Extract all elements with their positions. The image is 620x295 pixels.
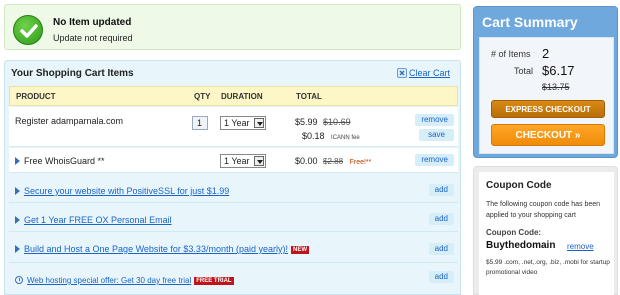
update-notice: No Item updated Update not required (4, 4, 461, 50)
duration-select[interactable]: 1 Year (220, 154, 266, 168)
notice-subtitle: Update not required (53, 33, 133, 43)
shopping-cart-panel: Your Shopping Cart Items Clear Cart PROD… (4, 60, 461, 295)
quantity-field[interactable]: 1 (192, 116, 208, 130)
total-label: Total (514, 66, 534, 76)
add-button[interactable]: add (428, 184, 454, 196)
clear-cart-icon (396, 68, 407, 78)
add-button[interactable]: add (428, 213, 454, 225)
item-price: $0.00 $2.88 Free!** (295, 156, 371, 166)
coupon-description: The following coupon code has been appli… (486, 201, 601, 219)
item-name: Free WhoisGuard ** (15, 156, 105, 166)
duration-select[interactable]: 1 Year (220, 116, 266, 130)
expand-arrow-icon[interactable] (15, 245, 20, 253)
add-button[interactable]: add (428, 243, 454, 255)
chevron-down-icon (254, 156, 264, 166)
quantity-value: 1 (197, 118, 203, 128)
col-qty: QTY (194, 92, 211, 101)
items-label: # of Items (491, 49, 531, 59)
col-product: PRODUCT (16, 92, 56, 101)
item-price: $5.99 $10.69 (295, 117, 351, 127)
cart-item-domain: Register adamparnala.com 1 1 Year $5.99 … (9, 107, 458, 147)
clock-icon (15, 276, 23, 284)
old-price: $2.88 (323, 157, 344, 166)
free-label: Free!** (349, 159, 372, 166)
item-name-text: Free WhoisGuard ** (24, 156, 105, 166)
coupon-code: Buythedomain (486, 240, 556, 251)
save-button[interactable]: save (419, 129, 454, 141)
cart-heading: Your Shopping Cart Items (11, 68, 134, 79)
add-button[interactable]: add (428, 271, 454, 283)
checkout-button[interactable]: CHECKOUT » (491, 124, 605, 146)
cart-table-header: PRODUCT QTY DURATION TOTAL (9, 86, 458, 106)
coupon-code-label: Coupon Code: (486, 228, 542, 237)
coupon-note: $5.99 .com, .net,.org, .biz, .mobi for s… (486, 259, 610, 276)
old-price: $10.69 (323, 117, 351, 127)
summary-body: # of Items 2 Total $6.17 $13.75 EXPRESS … (479, 37, 614, 154)
offer-text: Get 1 Year FREE OX Personal Email (15, 215, 172, 225)
offer-link[interactable]: Get 1 Year FREE OX Personal Email (24, 215, 172, 225)
new-badge: NEW (290, 246, 309, 254)
offer-row: Web hosting special offer: Get 30 day fr… (9, 265, 458, 294)
cart-summary-panel: Cart Summary # of Items 2 Total $6.17 $1… (473, 6, 618, 158)
offer-text: Build and Host a One Page Website for $3… (15, 244, 309, 254)
offer-link[interactable]: Secure your website with PositiveSSL for… (24, 186, 229, 196)
cart-item-whoisguard: Free WhoisGuard ** 1 Year $0.00 $2.88 Fr… (9, 148, 458, 173)
offer-link[interactable]: Web hosting special offer: Get 30 day fr… (27, 276, 191, 285)
remove-coupon-link[interactable]: remove (567, 242, 594, 251)
coupon-body: Coupon Code The following coupon code ha… (479, 172, 614, 295)
remove-button[interactable]: remove (415, 154, 454, 166)
expand-arrow-icon[interactable] (15, 216, 20, 224)
item-name: Register adamparnala.com (15, 116, 124, 126)
icann-fee: $0.18 ICANN fee (302, 131, 360, 141)
total-value: $6.17 (542, 63, 575, 78)
checkmark-icon (13, 15, 43, 45)
clear-cart-link[interactable]: Clear Cart (396, 68, 450, 78)
summary-title: Cart Summary (482, 14, 578, 30)
col-duration: DURATION (221, 92, 263, 101)
express-checkout-button[interactable]: EXPRESS CHECKOUT (491, 100, 605, 118)
clear-cart-label[interactable]: Clear Cart (409, 68, 450, 78)
coupon-heading: Coupon Code (486, 180, 552, 191)
items-count: 2 (542, 46, 550, 61)
free-trial-badge: FREE TRIAL (194, 277, 234, 285)
col-total: TOTAL (296, 92, 322, 101)
old-total: $13.75 (542, 82, 570, 92)
fee-label: ICANN fee (331, 135, 360, 141)
offer-row: Build and Host a One Page Website for $3… (9, 235, 458, 263)
duration-value: 1 Year (224, 156, 250, 166)
offer-row: Get 1 Year FREE OX Personal Email add (9, 206, 458, 232)
coupon-panel: Coupon Code The following coupon code ha… (473, 166, 618, 295)
expand-arrow-icon[interactable] (15, 187, 20, 195)
fee-value: $0.18 (302, 131, 325, 141)
chevron-down-icon (254, 118, 264, 128)
offer-link[interactable]: Build and Host a One Page Website for $3… (24, 244, 288, 254)
price-value: $0.00 (295, 156, 318, 166)
remove-button[interactable]: remove (415, 114, 454, 126)
notice-title: No Item updated (53, 17, 132, 28)
offer-text: Secure your website with PositiveSSL for… (15, 186, 229, 196)
price-value: $5.99 (295, 117, 318, 127)
offer-row: Secure your website with PositiveSSL for… (9, 177, 458, 203)
offer-text: Web hosting special offer: Get 30 day fr… (15, 276, 234, 285)
duration-value: 1 Year (224, 118, 250, 128)
expand-arrow-icon[interactable] (15, 157, 20, 165)
